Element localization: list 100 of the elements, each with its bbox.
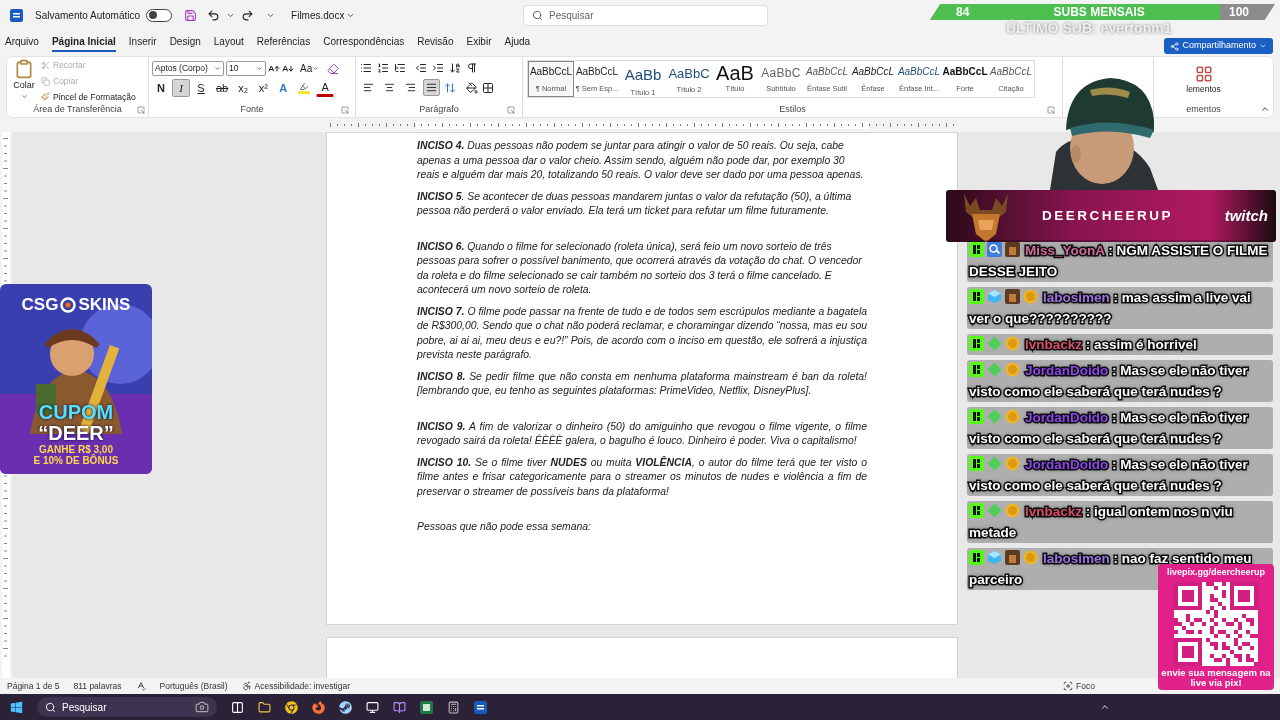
language-label[interactable]: Português (Brasil) xyxy=(159,679,228,693)
badge-icon xyxy=(987,456,1002,471)
menu-tab[interactable]: Correspondências xyxy=(323,32,405,52)
bullets-icon[interactable] xyxy=(360,62,372,74)
format-button[interactable]: x₂ xyxy=(234,79,253,97)
format-button[interactable]: S xyxy=(192,79,210,97)
task-view-icon[interactable] xyxy=(231,700,244,714)
badge-icon xyxy=(1023,289,1038,304)
shading-icon[interactable] xyxy=(466,81,478,94)
save-icon[interactable] xyxy=(184,8,198,22)
increase-indent-icon[interactable] xyxy=(432,62,444,74)
calculator-icon[interactable] xyxy=(447,700,460,714)
format-button[interactable]: x² xyxy=(254,79,273,97)
bonus-text: E 10% DE BÔNUS xyxy=(33,454,119,466)
group-label: Estilos xyxy=(779,103,806,117)
font-name-dropdown[interactable]: Aptos (Corpo) xyxy=(152,61,224,76)
word-app-icon xyxy=(10,8,23,22)
brand-text: SKINS xyxy=(78,294,131,316)
paste-button[interactable]: Colar xyxy=(7,57,41,104)
align-icon xyxy=(384,82,395,93)
page-count[interactable]: Página 1 de 5 xyxy=(7,679,60,693)
menu-tab[interactable]: Exibir xyxy=(466,32,492,52)
badge-icon xyxy=(987,289,1002,304)
change-case-button[interactable]: Aa xyxy=(300,61,320,76)
word-count[interactable]: 811 palavras xyxy=(73,679,122,693)
game-launcher-icon[interactable] xyxy=(339,700,352,714)
menu-tab[interactable]: Layout xyxy=(213,32,244,52)
badge-icon xyxy=(969,456,984,471)
menu-tab[interactable]: Design xyxy=(169,32,201,52)
line-spacing-icon[interactable] xyxy=(444,81,456,94)
decrease-indent-icon[interactable] xyxy=(415,62,427,74)
dialog-launcher-icon[interactable] xyxy=(507,106,515,114)
collapse-ribbon-icon[interactable] xyxy=(1260,104,1270,114)
badge-icon xyxy=(969,242,984,257)
badge-icon xyxy=(987,362,1002,377)
badge-icon xyxy=(1005,336,1020,351)
start-icon[interactable] xyxy=(10,700,23,714)
redo-icon[interactable] xyxy=(241,8,255,22)
menu-tab[interactable]: Referências xyxy=(256,32,311,52)
menu-tab[interactable]: Inserir xyxy=(128,32,157,52)
font-color-button[interactable]: A xyxy=(316,79,335,97)
clear-formatting-icon[interactable] xyxy=(327,62,340,75)
grow-font-icon[interactable] xyxy=(268,62,280,75)
multilevel-list-icon[interactable] xyxy=(394,62,406,74)
dialog-launcher-icon[interactable] xyxy=(137,106,145,115)
format-button[interactable]: A xyxy=(274,79,293,97)
format-button[interactable]: N xyxy=(152,79,170,97)
badge-icon xyxy=(969,550,984,565)
format-painter-button[interactable]: Pincel de Formatação xyxy=(41,90,136,104)
menu-tab[interactable]: Revisão xyxy=(417,32,454,52)
file-name-button[interactable]: Filmes.docx xyxy=(291,7,356,23)
pilcrow-icon[interactable] xyxy=(466,62,478,74)
sort-icon[interactable] xyxy=(449,62,461,74)
autosave-toggle[interactable] xyxy=(146,8,173,22)
chat-message: labosimen : mas assim a live vai ver o que?????????? xyxy=(967,287,1273,329)
fox-browser-icon[interactable] xyxy=(312,700,325,714)
numbering-icon[interactable] xyxy=(377,62,389,74)
caret-icon xyxy=(1259,42,1267,50)
badge-icon xyxy=(987,550,1002,565)
proofing-icon[interactable] xyxy=(135,681,146,691)
paragraph-text: INCISO 6. Quando o filme for selecionado (roleta única), será feio um novo sorteio de três pessoas para sofrer o possível banimento, que ocorrerá através da votação do chat. O vencedor da roleta e do filme selecionado se cair também no sorteio dos 3 terá o filme cancelado. E acontecerá um novo sorteio de roleta. xyxy=(417,239,863,297)
paintbrush-icon xyxy=(41,92,50,102)
menu-tab[interactable]: Ajuda xyxy=(504,32,531,52)
taskbar-search-field[interactable]: Pesquisar xyxy=(37,697,217,717)
highlighter-icon xyxy=(298,82,311,94)
undo-icon[interactable] xyxy=(207,8,221,22)
dialog-launcher-icon[interactable] xyxy=(1047,106,1055,114)
browser-icon[interactable] xyxy=(285,700,298,714)
format-button[interactable]: ab xyxy=(212,79,233,97)
paragraph-text: INCISO 9. A fim de valorizar o dinheiro (50) do amiguinho que revogou o filme vigente, o filme revogado sairá da roleta! ÊÈÈÈ galera, o bagulho é louco. Dinheiro é poder. Viva o capitalismo! xyxy=(417,419,867,448)
menu-tab[interactable]: Arquivo xyxy=(5,32,39,52)
badge-icon xyxy=(987,242,1002,257)
paragraph-text: INCISO 5. Se acontecer de duas pessoas mandarem juntas o valor da refutação (50), a última pessoa não perderá o valor enviado. Ela terá um ticket para refutar um filme futuramente. xyxy=(417,189,853,218)
style-preview: AaBbC xyxy=(761,65,801,82)
format-button[interactable]: I xyxy=(172,79,190,97)
channel-name: DEERCHEERUP xyxy=(1042,206,1174,225)
paragraph-text: INCISO 10. Se o filme tiver NUDES ou muita VIOLÊNCIA, o autor do filme terá que ter visto o filme antes e frisar categoricamente para o streamer os minutos de nudes e violência a fim de preservar o streamer de possíveis bans da plataforma! xyxy=(417,455,867,499)
share-button[interactable]: Compartilhamento xyxy=(1164,38,1273,54)
accessibility-button[interactable]: Acessibilidade: investigar xyxy=(241,679,350,693)
search-field[interactable]: Pesquisar xyxy=(523,4,768,26)
shrink-font-icon[interactable] xyxy=(282,62,294,75)
dialog-launcher-icon[interactable] xyxy=(341,106,349,114)
badge-icon xyxy=(987,336,1002,351)
font-size-dropdown[interactable]: 10 xyxy=(226,61,266,76)
folder-icon[interactable] xyxy=(258,700,271,714)
word-app-icon[interactable] xyxy=(474,700,487,714)
subs-current: 84 xyxy=(956,4,970,21)
spreadsheet-app-icon[interactable] xyxy=(420,700,433,714)
borders-icon[interactable] xyxy=(482,81,494,94)
accessibility-icon xyxy=(241,681,252,691)
caret-icon xyxy=(312,65,320,72)
tray-expand-icon[interactable] xyxy=(1100,702,1110,712)
align-button[interactable] xyxy=(423,79,440,96)
platform-name: twitch xyxy=(1224,205,1268,226)
menu-tab[interactable]: Página Inicial xyxy=(51,32,116,52)
brand-text: CSG xyxy=(21,294,59,316)
badge-icon xyxy=(1005,242,1020,257)
addins-icon[interactable] xyxy=(1194,64,1213,83)
focus-button[interactable]: Foco xyxy=(1063,679,1095,693)
badge-icon xyxy=(1005,456,1020,471)
